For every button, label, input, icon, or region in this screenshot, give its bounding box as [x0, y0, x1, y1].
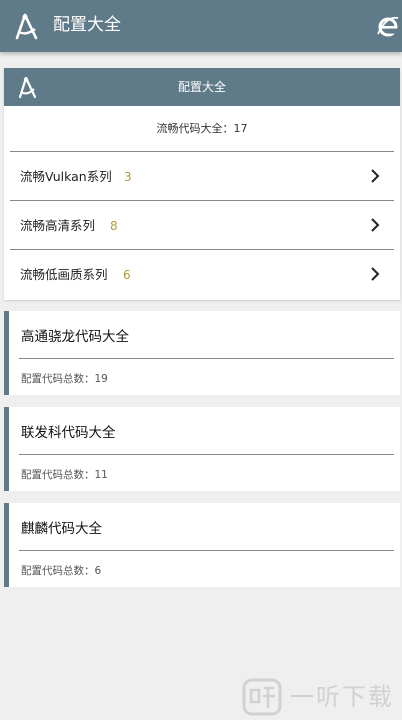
ie-browser-icon[interactable]: [376, 14, 400, 38]
app-title: 配置大全: [53, 15, 121, 35]
summary-text: 流畅代码大全：17: [10, 106, 394, 152]
list-item-count: 8: [110, 219, 118, 233]
watermark: 一听下载: [240, 676, 400, 718]
chevron-right-icon: [371, 267, 380, 281]
chevron-right-icon: [371, 218, 380, 232]
divider: [19, 358, 394, 359]
card-header: 配置大全: [4, 68, 400, 106]
app-bar: 配置大全: [0, 0, 402, 52]
card-header-title: 配置大全: [177, 80, 226, 94]
compass-icon[interactable]: [14, 12, 40, 40]
list-item-label: 流畅高清系列: [20, 218, 96, 233]
vendor-card-mediatek[interactable]: 联发科代码大全 配置代码总数：11: [4, 407, 400, 491]
vendor-card-kirin[interactable]: 麒麟代码大全 配置代码总数：6: [4, 503, 400, 587]
config-card: 配置大全 流畅代码大全：17 流畅Vulkan系列 3 流畅高清系列 8 流畅低…: [4, 68, 400, 300]
list-item-hd[interactable]: 流畅高清系列 8: [10, 201, 394, 250]
list-item-low-quality[interactable]: 流畅低画质系列 6: [10, 250, 394, 299]
list-item-label: 流畅Vulkan系列: [20, 169, 112, 184]
list-item-label: 流畅低画质系列: [20, 267, 108, 282]
watermark-logo-icon: [242, 678, 282, 716]
divider: [19, 550, 394, 551]
list-item-count: 3: [124, 170, 132, 184]
vendor-card-count: 配置代码总数：6: [21, 565, 102, 577]
vendor-card-title: 联发科代码大全: [21, 425, 116, 441]
vendor-card-count: 配置代码总数：11: [21, 469, 108, 481]
divider: [19, 454, 394, 455]
chevron-right-icon: [371, 169, 380, 183]
list-item-vulkan[interactable]: 流畅Vulkan系列 3: [10, 152, 394, 201]
watermark-text: 一听下载: [290, 683, 394, 711]
list-item-count: 6: [123, 268, 131, 282]
vendor-card-snapdragon[interactable]: 高通骁龙代码大全 配置代码总数：19: [4, 311, 400, 395]
vendor-card-count: 配置代码总数：19: [21, 373, 108, 385]
vendor-card-title: 麒麟代码大全: [21, 521, 102, 537]
vendor-card-title: 高通骁龙代码大全: [21, 329, 129, 345]
